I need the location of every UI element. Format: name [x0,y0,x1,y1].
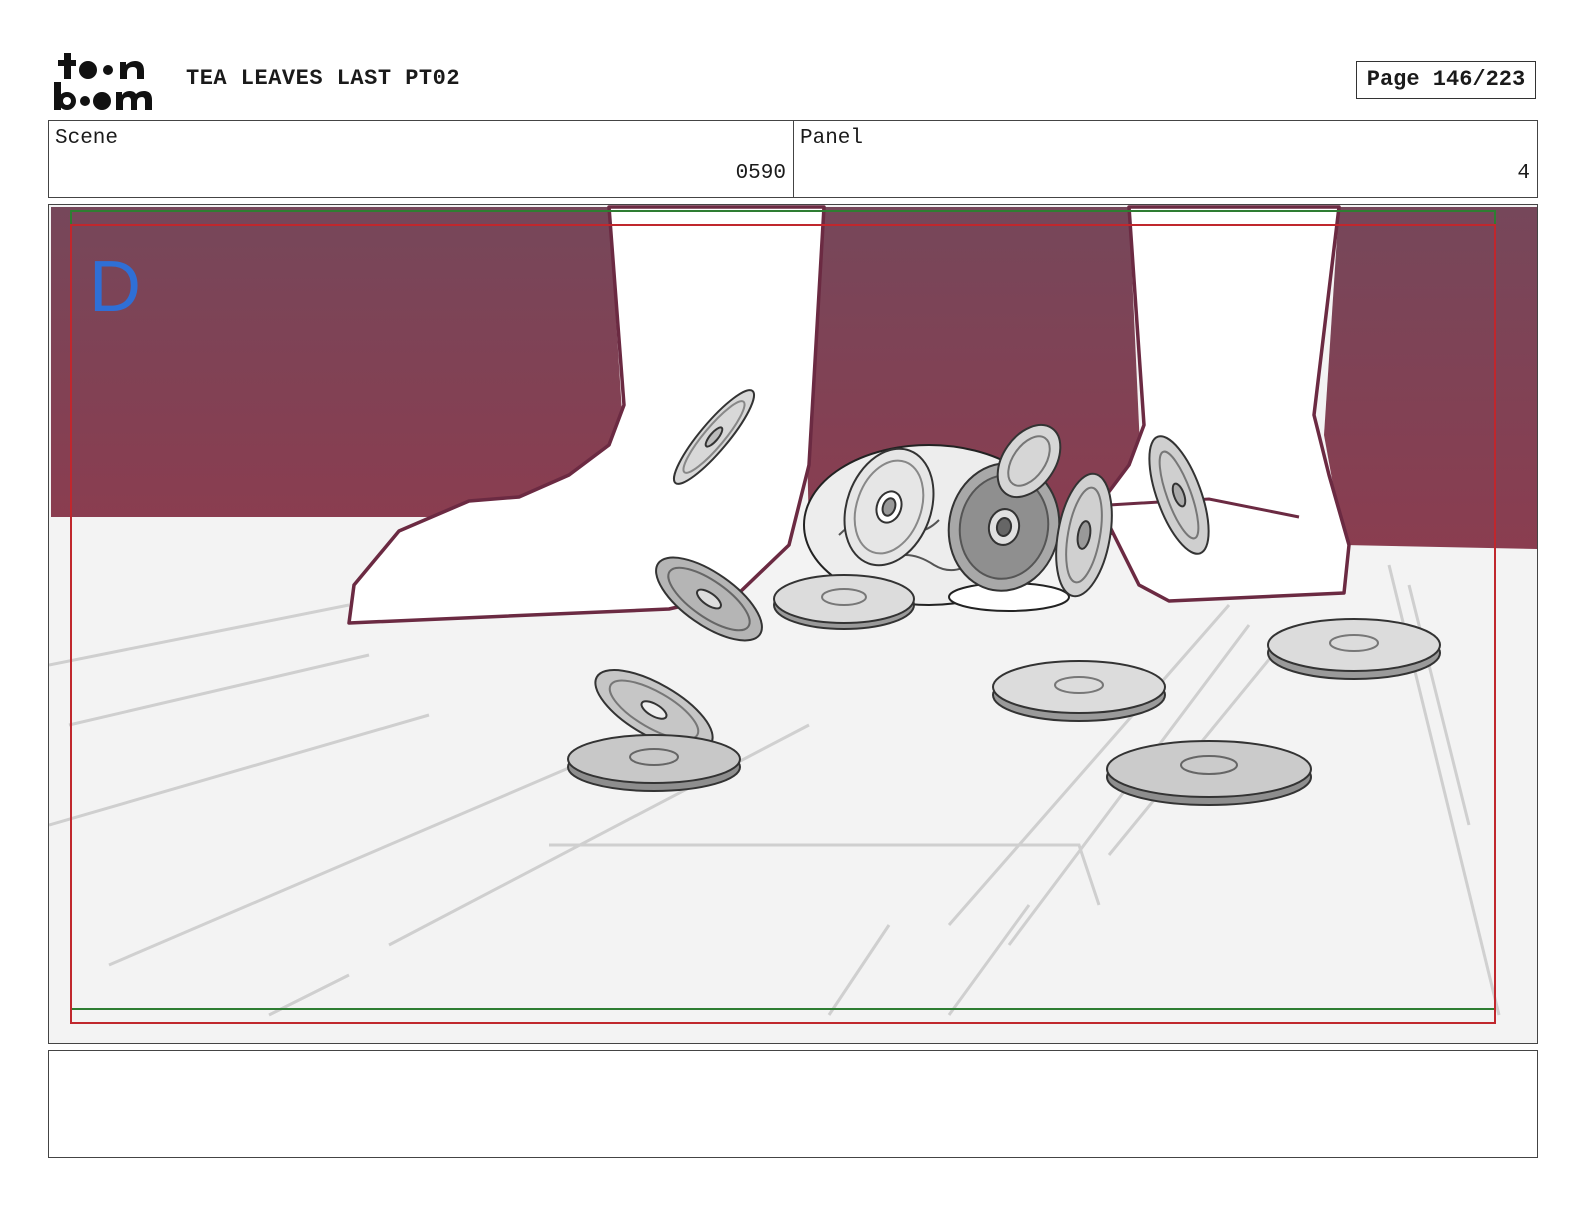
storyboard-panel: D [48,204,1538,1044]
notes-box[interactable] [48,1050,1538,1158]
coin [567,734,741,792]
coin [1106,740,1312,806]
coin [992,660,1166,722]
scene-number: 0590 [735,162,786,185]
panel-drawing: D [49,205,1537,1043]
panel-cell: Panel 4 [794,121,1537,197]
panel-label: Panel [800,127,864,150]
toon-boom-logo [54,53,152,110]
scene-cell: Scene 0590 [49,121,794,197]
panel-marker-letter: D [89,247,141,327]
project-title: TEA LEAVES LAST PT02 [186,66,461,91]
scene-label: Scene [55,127,119,150]
coin [1267,618,1441,680]
page-number: Page 146/223 [1356,61,1536,99]
panel-number: 4 [1517,162,1530,185]
scene-panel-info: Scene 0590 Panel 4 [48,120,1538,198]
coin [773,574,915,630]
